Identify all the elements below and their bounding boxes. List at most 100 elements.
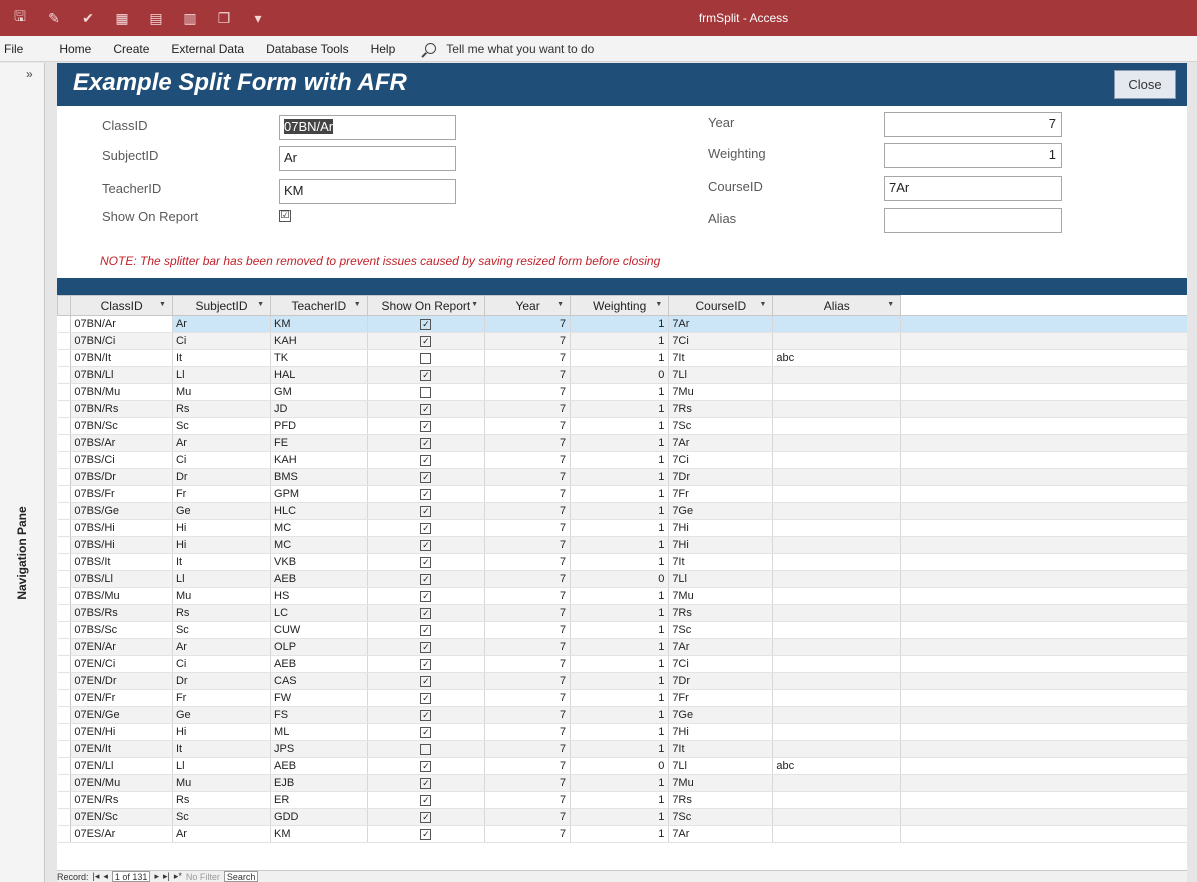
show-on-report-cell[interactable]: ✓	[367, 723, 486, 741]
cell-subjectid[interactable]: Ge	[172, 706, 272, 724]
show-on-report-cell[interactable]: ✓	[367, 553, 486, 571]
cell-teacherid[interactable]: HLC	[270, 502, 368, 520]
cell-teacherid[interactable]: AEB	[270, 757, 368, 775]
show-on-report-cell[interactable]: ✓	[367, 655, 486, 673]
cell-weighting[interactable]: 1	[570, 485, 670, 503]
record-selector[interactable]	[57, 553, 72, 571]
table-row[interactable]: 07BS/Sc Sc CUW ✓ 7 1 7Sc	[57, 621, 1187, 639]
checked-checkbox-icon[interactable]: ✓	[420, 318, 432, 330]
cell-year[interactable]: 7	[484, 774, 572, 792]
checked-checkbox-icon[interactable]: ✓	[420, 420, 432, 432]
cell-year[interactable]: 7	[484, 587, 572, 605]
checked-checkbox-icon[interactable]: ✓	[420, 335, 432, 347]
record-selector[interactable]	[57, 604, 72, 622]
cell-classid[interactable]: 07BN/Mu	[70, 383, 173, 401]
cell-weighting[interactable]: 1	[570, 740, 670, 758]
cell-classid[interactable]: 07BS/Dr	[70, 468, 173, 486]
cell-classid[interactable]: 07BN/Ll	[70, 366, 173, 384]
checked-checkbox-icon[interactable]: ✓	[420, 505, 432, 517]
cell-weighting[interactable]: 1	[570, 825, 670, 843]
record-selector[interactable]	[57, 808, 72, 826]
record-selector[interactable]	[57, 536, 72, 554]
record-selector[interactable]	[57, 825, 72, 843]
cell-year[interactable]: 7	[484, 825, 572, 843]
cell-courseid[interactable]: 7It	[668, 553, 774, 571]
table-row[interactable]: 07BN/Sc Sc PFD ✓ 7 1 7Sc	[57, 417, 1187, 435]
table-row[interactable]: 07EN/Sc Sc GDD ✓ 7 1 7Sc	[57, 808, 1187, 826]
tell-me-box[interactable]: Tell me what you want to do	[425, 42, 594, 56]
cell-subjectid[interactable]: It	[172, 553, 272, 571]
cell-weighting[interactable]: 1	[570, 434, 670, 452]
cell-subjectid[interactable]: Ar	[172, 638, 272, 656]
cell-teacherid[interactable]: MC	[270, 536, 368, 554]
tab-help[interactable]: Help	[371, 42, 396, 56]
table-row[interactable]: 07BN/It It TK 7 1 7It abc	[57, 349, 1187, 367]
cell-weighting[interactable]: 0	[570, 570, 670, 588]
cell-year[interactable]: 7	[484, 604, 572, 622]
cell-alias[interactable]	[772, 315, 902, 333]
record-selector[interactable]	[57, 655, 72, 673]
cell-classid[interactable]: 07BN/Ar	[70, 315, 173, 333]
cell-weighting[interactable]: 1	[570, 672, 670, 690]
previous-record-button[interactable]: ◂	[103, 871, 108, 882]
cell-teacherid[interactable]: AEB	[270, 655, 368, 673]
cell-weighting[interactable]: 1	[570, 638, 670, 656]
checked-checkbox-icon[interactable]: ✓	[420, 556, 432, 568]
checked-checkbox-icon[interactable]: ✓	[420, 607, 432, 619]
cell-weighting[interactable]: 1	[570, 655, 670, 673]
cell-weighting[interactable]: 1	[570, 383, 670, 401]
cell-subjectid[interactable]: Rs	[172, 400, 272, 418]
record-selector[interactable]	[57, 723, 72, 741]
cell-year[interactable]: 7	[484, 468, 572, 486]
cell-weighting[interactable]: 1	[570, 791, 670, 809]
cell-classid[interactable]: 07EN/Mu	[70, 774, 173, 792]
cell-courseid[interactable]: 7Sc	[668, 417, 774, 435]
cell-subjectid[interactable]: Ci	[172, 655, 272, 673]
table-row[interactable]: 07EN/Rs Rs ER ✓ 7 1 7Rs	[57, 791, 1187, 809]
cell-courseid[interactable]: 7Rs	[668, 400, 774, 418]
cell-year[interactable]: 7	[484, 315, 572, 333]
cell-alias[interactable]	[772, 383, 902, 401]
cell-year[interactable]: 7	[484, 366, 572, 384]
table-row[interactable]: 07BS/Ci Ci KAH ✓ 7 1 7Ci	[57, 451, 1187, 469]
cell-teacherid[interactable]: CUW	[270, 621, 368, 639]
cell-classid[interactable]: 07BS/It	[70, 553, 173, 571]
cell-teacherid[interactable]: AEB	[270, 570, 368, 588]
cell-teacherid[interactable]: VKB	[270, 553, 368, 571]
cell-courseid[interactable]: 7It	[668, 349, 774, 367]
cell-classid[interactable]: 07EN/Hi	[70, 723, 173, 741]
show-on-report-cell[interactable]: ✓	[367, 366, 486, 384]
table-row[interactable]: 07BS/Mu Mu HS ✓ 7 1 7Mu	[57, 587, 1187, 605]
checked-checkbox-icon[interactable]: ✓	[420, 675, 432, 687]
cell-courseid[interactable]: 7Ar	[668, 638, 774, 656]
cell-subjectid[interactable]: Hi	[172, 536, 272, 554]
cell-alias[interactable]	[772, 723, 902, 741]
cell-subjectid[interactable]: Ge	[172, 502, 272, 520]
cell-classid[interactable]: 07BS/Fr	[70, 485, 173, 503]
cell-year[interactable]: 7	[484, 723, 572, 741]
cell-subjectid[interactable]: Fr	[172, 689, 272, 707]
checked-checkbox-icon[interactable]: ✓	[420, 641, 432, 653]
cell-alias[interactable]	[772, 638, 902, 656]
tab-create[interactable]: Create	[113, 42, 149, 56]
show-on-report-cell[interactable]: ✓	[367, 774, 486, 792]
cell-alias[interactable]	[772, 621, 902, 639]
cell-alias[interactable]	[772, 485, 902, 503]
classid-field[interactable]: 07BN/Ar	[279, 115, 456, 140]
checked-checkbox-icon[interactable]: ✓	[420, 760, 432, 772]
show-on-report-cell[interactable]: ✓	[367, 417, 486, 435]
cell-courseid[interactable]: 7Ll	[668, 757, 774, 775]
checked-checkbox-icon[interactable]: ✓	[420, 794, 432, 806]
cell-courseid[interactable]: 7Dr	[668, 672, 774, 690]
record-selector[interactable]	[57, 519, 72, 537]
datasheet[interactable]: ClassID ▼ SubjectID ▼ TeacherID ▼ Show On Repo…	[57, 295, 1187, 869]
cell-teacherid[interactable]: FW	[270, 689, 368, 707]
cell-year[interactable]: 7	[484, 553, 572, 571]
show-on-report-cell[interactable]: ✓	[367, 604, 486, 622]
unchecked-checkbox-icon[interactable]	[420, 386, 432, 398]
cell-classid[interactable]: 07EN/Rs	[70, 791, 173, 809]
show-on-report-cell[interactable]: ✓	[367, 519, 486, 537]
record-selector[interactable]	[57, 332, 72, 350]
checked-checkbox-icon[interactable]: ✓	[420, 471, 432, 483]
table-row[interactable]: 07EN/Fr Fr FW ✓ 7 1 7Fr	[57, 689, 1187, 707]
